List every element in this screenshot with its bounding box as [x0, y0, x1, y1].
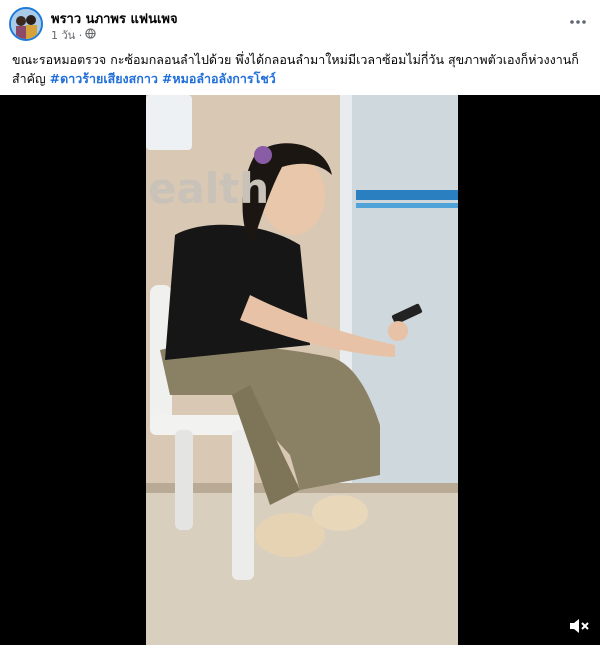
more-options-icon[interactable]: [568, 12, 588, 32]
post-time[interactable]: 1 วัน ·: [51, 26, 82, 44]
video-player[interactable]: ealth: [0, 95, 600, 645]
globe-icon: [85, 28, 96, 42]
video-frame: ealth: [0, 95, 600, 645]
speaker-muted-icon[interactable]: [568, 615, 590, 637]
hashtag-link[interactable]: #ดาวร้ายเสียงสกาว: [50, 71, 158, 86]
post-header: พราว นภาพร แฟนเพจ 1 วัน ·: [0, 0, 600, 44]
hashtag-link[interactable]: #หมอลำอลังการโชว์: [162, 71, 276, 86]
wall-sign-text: ealth: [148, 164, 269, 213]
post-meta: 1 วัน ·: [51, 26, 96, 44]
post-caption: ขณะรอหมอตรวจ กะซ้อมกลอนลำไปด้วย พึ่งได้ก…: [12, 50, 588, 88]
author-avatar[interactable]: [9, 7, 43, 41]
